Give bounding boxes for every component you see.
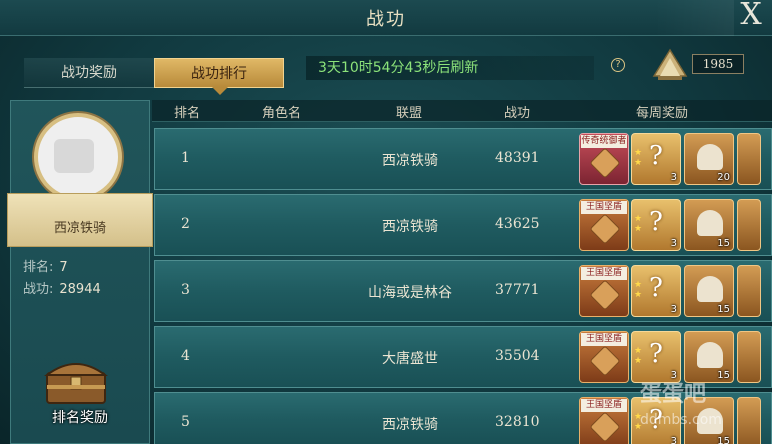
help-icon[interactable]: ? [611, 58, 625, 72]
reward-helmet-item[interactable]: 20 [684, 133, 734, 185]
title-emblem-icon [589, 147, 621, 179]
reward-helmet-item[interactable]: 15 [684, 265, 734, 317]
reward-count: 15 [717, 304, 730, 315]
reward-mystery-item[interactable]: ★ ★ ? 3 [631, 265, 681, 317]
row-merit: 37771 [495, 282, 540, 298]
player-panel: 西凉铁骑 排名: 7 战功: 28944 排名奖励 [7, 100, 153, 444]
avatar[interactable] [34, 113, 122, 201]
row-merit: 32810 [495, 414, 540, 430]
row-merit: 35504 [495, 348, 540, 364]
helmet-icon [697, 342, 723, 368]
battle-merit-window: 战功 X 战功奖励 战功排行 3天10时54分43秒后刷新 ? 1985 西凉铁… [0, 0, 772, 444]
avatar-icon [54, 139, 94, 173]
row-alliance: 大唐盛世 [382, 351, 438, 367]
watermark-text: 蛋蛋吧 [640, 382, 707, 407]
reward-count: 20 [717, 172, 730, 183]
mystery-hero-icon: ? [649, 273, 663, 303]
tab-merit-rewards[interactable]: 战功奖励 [24, 58, 154, 88]
mystery-hero-icon: ? [649, 141, 663, 171]
reward-count: 3 [670, 304, 677, 315]
reward-more-item[interactable] [737, 265, 761, 317]
row-rank: 1 [181, 150, 190, 166]
treasure-chest-icon[interactable] [41, 351, 111, 407]
title-emblem-icon [589, 279, 621, 311]
close-icon: X [740, 0, 762, 32]
ranking-table-header: 排名 角色名 联盟 战功 每周奖励 [152, 100, 772, 122]
watermark: 蛋蛋吧 ddmbs.com [600, 372, 770, 442]
reward-more-item[interactable] [737, 199, 761, 251]
refresh-timer: 3天10时54分43秒后刷新 [306, 56, 594, 80]
reward-title-tag: 王国坚盾 [581, 267, 627, 280]
header-merit: 战功 [504, 106, 531, 121]
table-row[interactable]: 2 西凉铁骑 43625 王国坚盾 ★ ★ ? 3 15 [154, 194, 772, 256]
watermark-url: ddmbs.com [640, 412, 722, 428]
close-button[interactable]: X [734, 0, 768, 32]
player-rank-value: 7 [59, 260, 68, 275]
row-alliance: 西凉铁骑 [382, 153, 438, 169]
player-merit-label: 战功: [23, 282, 54, 297]
header-alliance: 联盟 [396, 106, 423, 121]
reward-title-item[interactable]: 传奇统御者 [579, 133, 629, 185]
row-rank: 5 [181, 414, 190, 430]
reward-title-item[interactable]: 王国坚盾 [579, 265, 629, 317]
window-title: 战功 [366, 9, 406, 30]
rank-reward-button[interactable]: 排名奖励 [11, 407, 149, 427]
reward-count: 3 [670, 238, 677, 249]
reward-title-item[interactable]: 王国坚盾 [579, 199, 629, 251]
title-bar: 战功 X [0, 0, 772, 36]
mystery-hero-icon: ? [649, 207, 663, 237]
row-rank: 4 [181, 348, 190, 364]
mystery-hero-icon: ? [649, 339, 663, 369]
row-merit: 48391 [495, 150, 540, 166]
reward-title-tag: 王国坚盾 [581, 201, 627, 214]
player-merit: 战功: 28944 [23, 278, 101, 297]
reward-mystery-item[interactable]: ★ ★ ? 3 [631, 199, 681, 251]
helmet-icon [697, 210, 723, 236]
player-merit-value: 28944 [59, 282, 101, 297]
helmet-icon [697, 276, 723, 302]
title-emblem-icon [589, 213, 621, 245]
row-rank: 3 [181, 282, 190, 298]
reward-title-tag: 王国坚盾 [581, 333, 627, 346]
reward-more-item[interactable] [737, 133, 761, 185]
table-row[interactable]: 3 山海或是林谷 37771 王国坚盾 ★ ★ ? 3 15 [154, 260, 772, 322]
header-rank: 排名 [174, 106, 201, 121]
player-name: 西凉铁骑 [7, 193, 153, 247]
reward-count: 15 [717, 238, 730, 249]
reward-title-tag: 传奇统御者 [581, 135, 627, 148]
header-role: 角色名 [262, 106, 302, 121]
row-alliance: 西凉铁骑 [382, 219, 438, 235]
reward-mystery-item[interactable]: ★ ★ ? 3 [631, 133, 681, 185]
row-alliance: 西凉铁骑 [382, 417, 438, 433]
row-rank: 2 [181, 216, 190, 232]
row-alliance: 山海或是林谷 [368, 285, 452, 301]
tab-merit-ranking[interactable]: 战功排行 [154, 58, 284, 95]
row-merit: 43625 [495, 216, 540, 232]
merit-crest-icon [652, 48, 688, 80]
merit-total: 1985 [692, 54, 744, 74]
helmet-icon [697, 144, 723, 170]
header-weekly-reward: 每周奖励 [636, 106, 689, 121]
table-row[interactable]: 1 西凉铁骑 48391 传奇统御者 ★ ★ ? 3 20 [154, 128, 772, 190]
reward-count: 3 [670, 172, 677, 183]
reward-helmet-item[interactable]: 15 [684, 199, 734, 251]
player-rank: 排名: 7 [23, 256, 68, 275]
player-rank-label: 排名: [23, 260, 54, 275]
